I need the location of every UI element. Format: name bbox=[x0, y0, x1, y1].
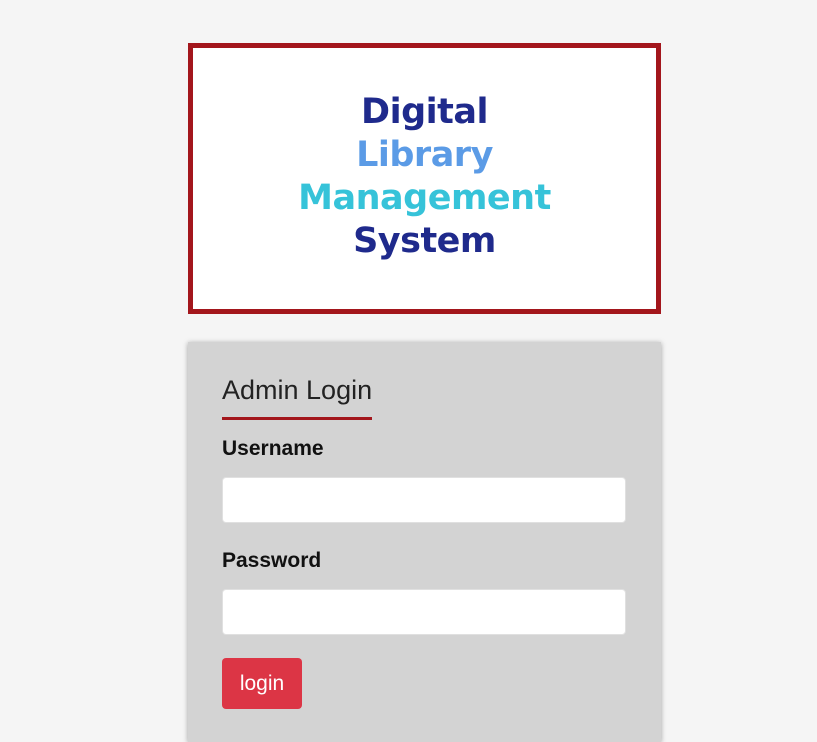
logo-text: Digital Library Management System bbox=[298, 91, 551, 263]
login-title: Admin Login bbox=[222, 375, 373, 405]
logo-line-library: Library bbox=[356, 134, 493, 175]
password-label: Password bbox=[222, 549, 322, 572]
login-button[interactable]: login bbox=[222, 658, 302, 709]
username-label: Username bbox=[222, 437, 324, 460]
login-card: Admin Login Username Password login bbox=[188, 342, 661, 742]
logo-banner: Digital Library Management System bbox=[188, 43, 661, 314]
password-input[interactable] bbox=[222, 589, 626, 635]
logo-line-digital: Digital bbox=[361, 91, 488, 132]
logo-line-management: Management bbox=[298, 177, 551, 218]
username-input[interactable] bbox=[222, 477, 626, 523]
logo-line-system: System bbox=[353, 220, 496, 261]
title-underline bbox=[222, 417, 372, 420]
